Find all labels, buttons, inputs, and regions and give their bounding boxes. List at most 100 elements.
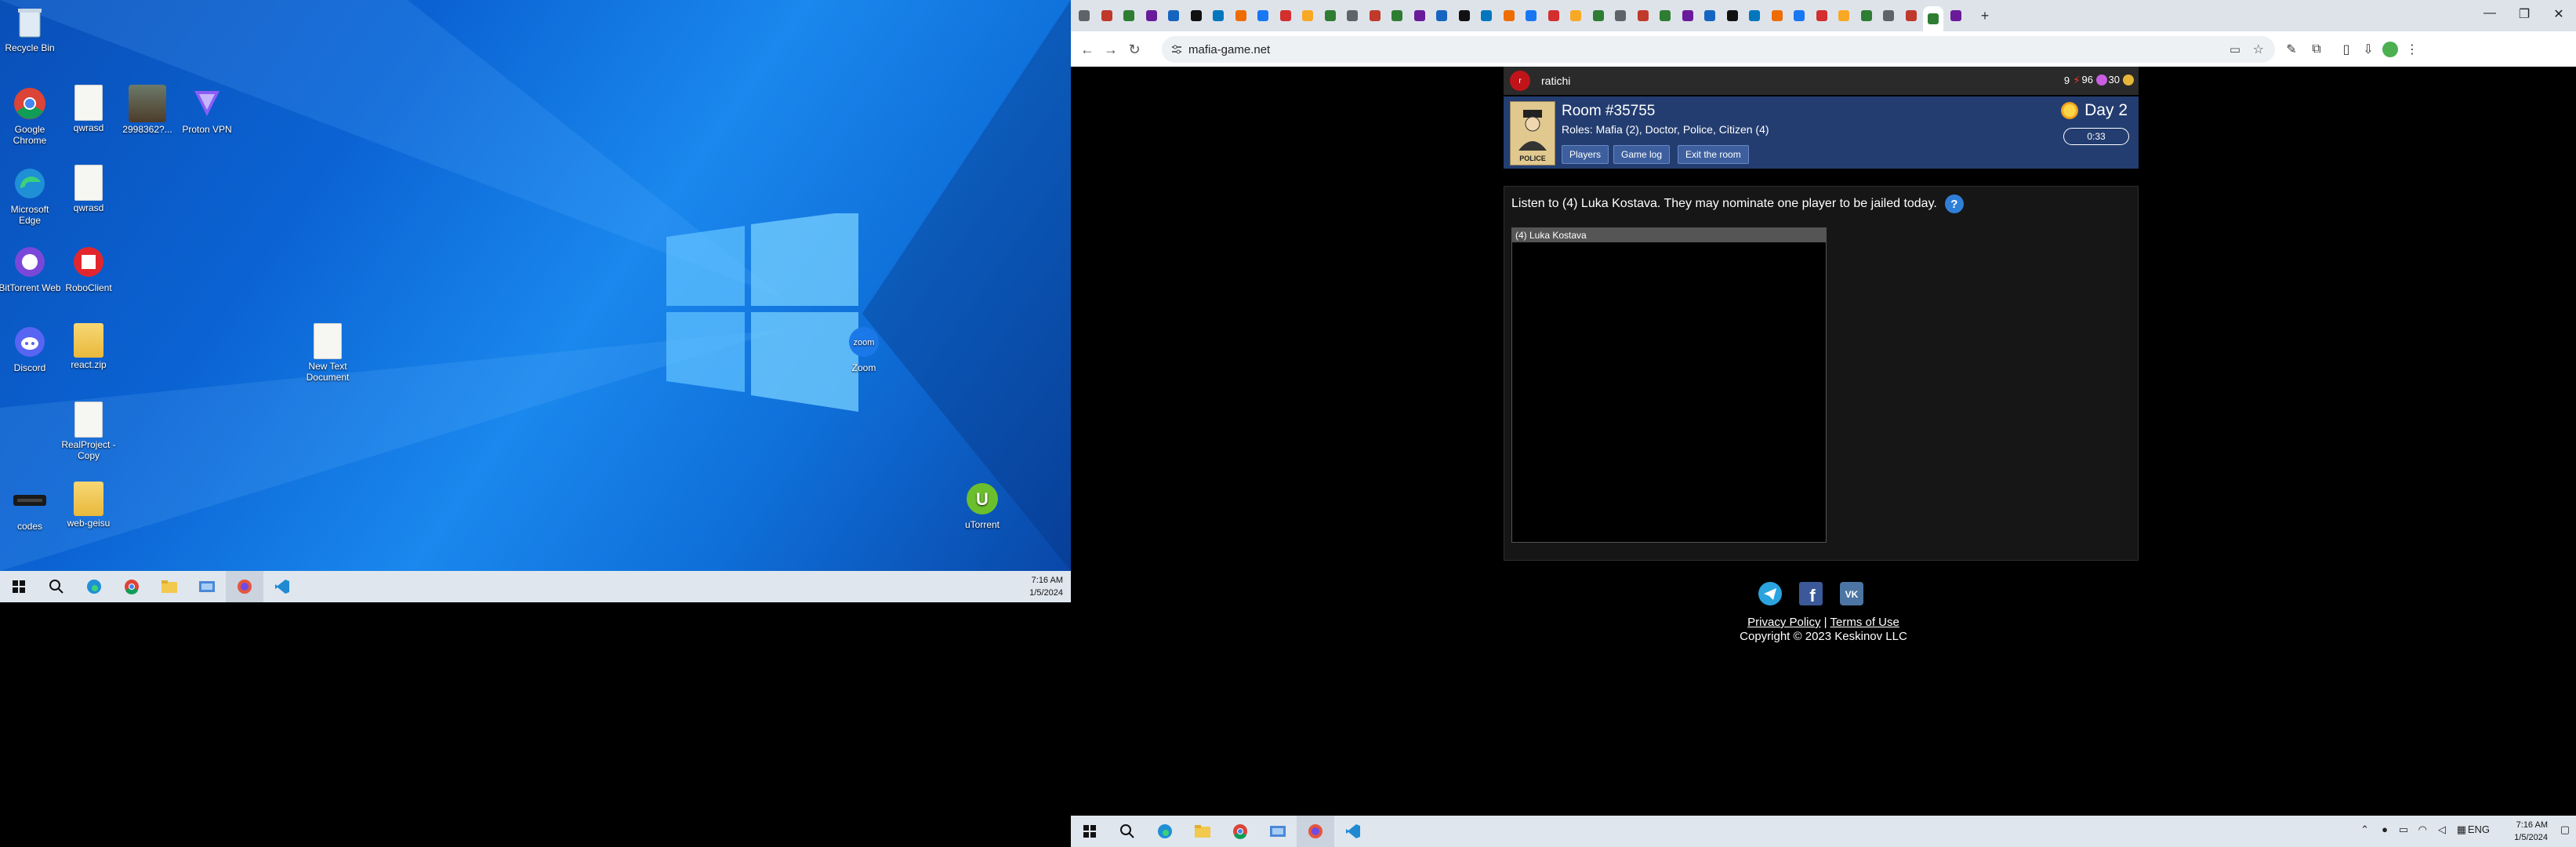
taskbar-vscode[interactable] <box>263 571 301 602</box>
desktop-icon-recycle-bin[interactable]: Recycle Bin <box>0 3 61 53</box>
tray-wifi-icon[interactable]: ◠ <box>2418 823 2427 836</box>
desktop-icon-chrome[interactable]: Google Chrome <box>0 85 61 146</box>
browser-tab[interactable] <box>1387 6 1407 25</box>
taskbar-chrome[interactable] <box>1221 816 1259 847</box>
help-icon[interactable]: ? <box>1944 194 1964 213</box>
browser-tab[interactable] <box>1342 6 1362 25</box>
desktop-icon-codes[interactable]: codes <box>0 482 61 532</box>
desktop-icon-qwrasd-2[interactable]: qwrasd <box>57 165 120 213</box>
tray-battery-icon[interactable]: ▭ <box>2399 823 2408 836</box>
browser-tab[interactable] <box>1678 6 1698 25</box>
browser-tab[interactable] <box>1074 6 1094 25</box>
browser-tab[interactable] <box>1655 6 1675 25</box>
browser-tab[interactable] <box>1633 6 1653 25</box>
browser-tab[interactable] <box>1365 6 1385 25</box>
taskbar-chrome[interactable] <box>113 571 151 602</box>
terms-of-use-link[interactable]: Terms of Use <box>1830 616 1899 629</box>
desktop-icon-web-geisu[interactable]: web-geisu <box>57 482 120 529</box>
desktop-icon-proton-vpn[interactable]: Proton VPN <box>176 85 238 135</box>
desktop-icon-discord[interactable]: Discord <box>0 323 61 373</box>
browser-tab[interactable] <box>1297 6 1318 25</box>
taskbar-file-explorer[interactable] <box>151 571 188 602</box>
privacy-policy-link[interactable]: Privacy Policy <box>1747 616 1820 629</box>
browser-tab[interactable] <box>1410 6 1430 25</box>
new-tab-button[interactable]: + <box>1971 6 1999 25</box>
tray-volume-icon[interactable]: ◁ <box>2438 823 2446 836</box>
tray-mic-icon[interactable]: ● <box>2382 823 2388 835</box>
browser-tab[interactable] <box>1186 6 1206 25</box>
minimize-button[interactable]: — <box>2473 6 2507 20</box>
desktop-icon-zoom[interactable]: zoom Zoom <box>833 323 895 373</box>
username[interactable]: ratichi <box>1541 75 1570 87</box>
browser-tab[interactable] <box>1722 6 1743 25</box>
desktop-icon-bittorrent[interactable]: BitTorrent Web <box>0 243 61 293</box>
menu-kebab-icon[interactable]: ⋮ <box>2404 41 2421 58</box>
vk-icon[interactable]: VK <box>1839 581 1864 606</box>
desktop-icon-new-text-document[interactable]: New Text Document <box>296 323 359 383</box>
extensions-icon[interactable]: ⧉ <box>2308 41 2325 58</box>
browser-tab[interactable] <box>1566 6 1586 25</box>
browser-tab[interactable] <box>1253 6 1273 25</box>
forward-button[interactable]: → <box>1101 39 1121 60</box>
gems-stat[interactable]: 96 <box>2082 74 2107 85</box>
browser-tab[interactable] <box>1119 6 1139 25</box>
right-taskbar-clock[interactable]: 7:16 AM 1/5/2024 <box>2514 819 2548 844</box>
browser-tab[interactable] <box>1744 6 1765 25</box>
taskbar-edge[interactable] <box>75 571 113 602</box>
user-avatar[interactable]: r <box>1510 71 1530 91</box>
taskbar-file-explorer[interactable] <box>1184 816 1221 847</box>
language-indicator[interactable]: ENG <box>2468 823 2490 835</box>
browser-tab[interactable] <box>1856 6 1877 25</box>
taskbar-vscode[interactable] <box>1334 816 1372 847</box>
browser-tab[interactable] <box>1320 6 1341 25</box>
taskbar-edge[interactable] <box>1146 816 1184 847</box>
download-icon[interactable]: ⇩ <box>2360 41 2377 58</box>
browser-tab[interactable] <box>1231 6 1251 25</box>
taskbar-app[interactable] <box>1259 816 1297 847</box>
coins-stat[interactable]: 30 <box>2109 74 2134 85</box>
browser-tab[interactable] <box>1163 6 1184 25</box>
start-button[interactable] <box>1071 816 1108 847</box>
back-button[interactable]: ← <box>1077 39 1098 60</box>
address-bar[interactable]: mafia-game.net ▭ ☆ <box>1162 36 2275 63</box>
pen-extension-icon[interactable]: ✎ <box>2283 41 2300 58</box>
desktop-icon-react-zip[interactable]: react.zip <box>57 323 120 370</box>
browser-tab[interactable] <box>1521 6 1541 25</box>
browser-tab[interactable] <box>1946 6 1966 25</box>
browser-tab[interactable] <box>1700 6 1720 25</box>
browser-tab[interactable] <box>1097 6 1117 25</box>
notifications-icon[interactable]: ▢ <box>2560 823 2570 836</box>
search-button[interactable] <box>38 571 75 602</box>
speaker-chat-box[interactable]: (4) Luka Kostava <box>1511 227 1827 543</box>
browser-tab[interactable] <box>1923 6 1943 31</box>
taskbar-app[interactable] <box>188 571 226 602</box>
bookmark-star-icon[interactable]: ☆ <box>2253 42 2264 57</box>
desktop-icon-edge[interactable]: Microsoft Edge <box>0 165 61 226</box>
search-button[interactable] <box>1108 816 1146 847</box>
desktop-icon-qwrasd[interactable]: qwrasd <box>57 85 120 133</box>
browser-tab[interactable] <box>1767 6 1787 25</box>
energy-stat[interactable]: 9 ⚡ <box>2064 74 2081 87</box>
profile-avatar-icon[interactable] <box>2382 41 2399 58</box>
browser-tab[interactable] <box>1275 6 1296 25</box>
start-button[interactable] <box>0 571 38 602</box>
browser-tab[interactable] <box>1588 6 1609 25</box>
browser-tab[interactable] <box>1499 6 1519 25</box>
desktop-icon-realproject-copy[interactable]: RealProject - Copy <box>57 402 120 461</box>
left-taskbar-clock[interactable]: 7:16 AM 1/5/2024 <box>1029 574 1063 599</box>
browser-tab[interactable] <box>1834 6 1854 25</box>
desktop-icon-utorrent[interactable]: U uTorrent <box>951 480 1014 530</box>
reload-button[interactable]: ↻ <box>1124 39 1145 60</box>
browser-tab[interactable] <box>1476 6 1497 25</box>
desktop-icon-roboclient[interactable]: RoboClient <box>57 243 120 293</box>
browser-tab[interactable] <box>1544 6 1564 25</box>
maximize-button[interactable]: ❐ <box>2507 6 2542 22</box>
browser-tab[interactable] <box>1454 6 1475 25</box>
exit-room-button[interactable]: Exit the room <box>1678 145 1749 164</box>
browser-tab[interactable] <box>1789 6 1809 25</box>
tray-keyboard-icon[interactable]: ▦ <box>2457 823 2466 836</box>
site-settings-icon[interactable] <box>1171 44 1182 55</box>
camera-icon[interactable]: ▭ <box>2230 42 2240 56</box>
game-log-button[interactable]: Game log <box>1613 145 1671 164</box>
telegram-icon[interactable] <box>1758 581 1783 606</box>
